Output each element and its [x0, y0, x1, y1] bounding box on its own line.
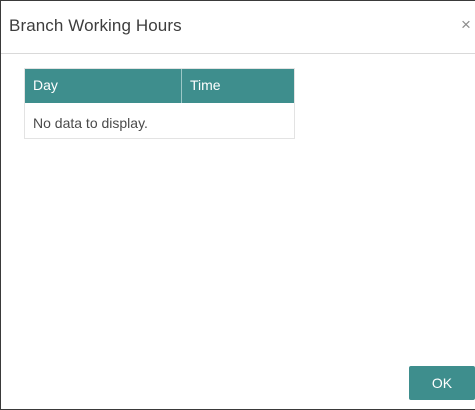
table-header: Day Time [25, 69, 294, 103]
close-icon[interactable]: × [459, 15, 473, 35]
column-header-time[interactable]: Time [182, 69, 294, 103]
branch-working-hours-dialog: Branch Working Hours × Day Time No data … [0, 0, 475, 410]
working-hours-table: Day Time No data to display. [24, 68, 295, 139]
dialog-header: Branch Working Hours × [1, 1, 475, 54]
column-header-day[interactable]: Day [25, 69, 182, 103]
empty-table-message: No data to display. [33, 115, 148, 131]
dialog-title: Branch Working Hours [9, 16, 182, 35]
ok-button[interactable]: OK [409, 366, 475, 400]
